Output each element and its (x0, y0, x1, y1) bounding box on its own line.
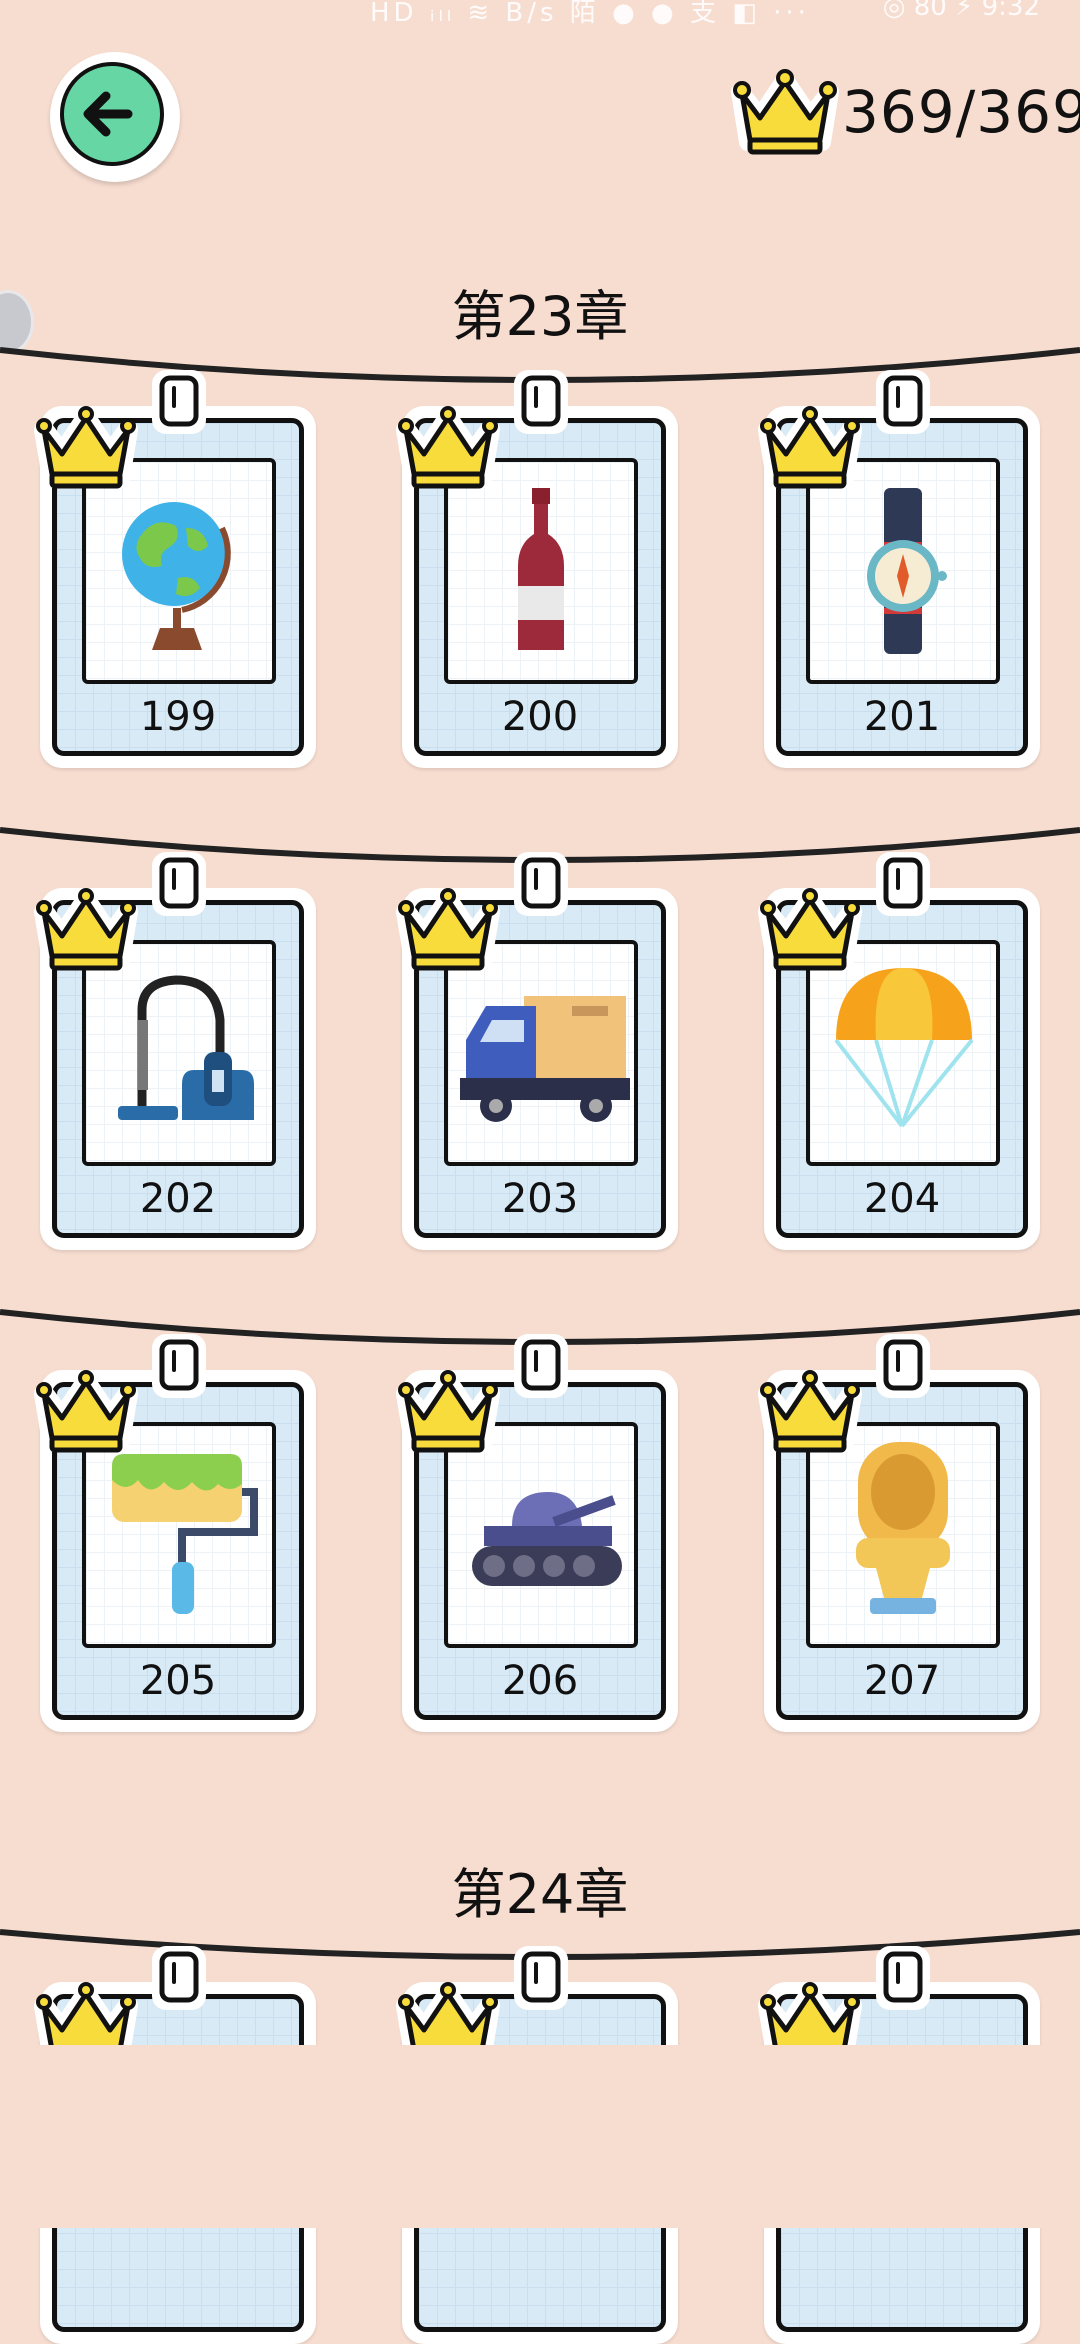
back-button[interactable] (50, 52, 180, 182)
clip-icon (514, 370, 568, 434)
status-left: HD ᵢₗₗ ≋ B/s 陌 ● ● 支 ◧ ··· (370, 0, 810, 28)
clip-icon (876, 1946, 930, 2010)
crown-counter: 369/369 (730, 62, 1080, 162)
level-card[interactable]: 206 (396, 1330, 678, 1732)
clip-icon (514, 1946, 568, 2010)
crown-icon (758, 406, 862, 489)
crown-icon (758, 1370, 862, 1453)
level-number: 202 (139, 1176, 217, 1222)
level-card[interactable]: 200 (396, 366, 678, 768)
level-number: 200 (501, 694, 579, 740)
clip-icon (152, 1946, 206, 2010)
crown-icon (758, 888, 862, 971)
crown-count: 369/369 (842, 78, 1080, 146)
level-card[interactable]: 207 (758, 1330, 1040, 1732)
clip-icon (514, 1334, 568, 1398)
level-number: 201 (863, 694, 941, 740)
level-card[interactable]: 204 (758, 848, 1040, 1250)
status-bar: HD ᵢₗₗ ≋ B/s 陌 ● ● 支 ◧ ··· ◎ 80 ⚡ 9:32 (0, 0, 1080, 30)
level-card[interactable]: 203 (396, 848, 678, 1250)
level-number: 199 (139, 694, 217, 740)
clip-icon (876, 1334, 930, 1398)
level-card[interactable]: 199 (34, 366, 316, 768)
level-card[interactable]: 201 (758, 366, 1040, 768)
level-number: 205 (139, 1658, 217, 1704)
crown-icon (396, 406, 500, 489)
crown-icon (34, 406, 138, 489)
crown-icon (34, 888, 138, 971)
clip-icon (876, 370, 930, 434)
crown-icon (34, 1370, 138, 1453)
level-number: 207 (863, 1658, 941, 1704)
clip-icon (876, 852, 930, 916)
clip-icon (152, 1334, 206, 1398)
clip-icon (152, 370, 206, 434)
clip-icon (152, 852, 206, 916)
level-number: 204 (863, 1176, 941, 1222)
status-right: ◎ 80 ⚡ 9:32 (882, 0, 1040, 22)
crown-icon (396, 888, 500, 971)
crown-icon (396, 1370, 500, 1453)
clip-icon (514, 852, 568, 916)
level-number: 206 (501, 1658, 579, 1704)
crown-icon (731, 69, 839, 155)
level-card[interactable]: 205 (34, 1330, 316, 1732)
level-card[interactable]: 202 (34, 848, 316, 1250)
chapter-title: 第24章 (451, 1863, 629, 1926)
level-number: 203 (501, 1176, 579, 1222)
bottom-area (0, 2045, 1080, 2228)
arrow-left-icon (83, 91, 133, 137)
